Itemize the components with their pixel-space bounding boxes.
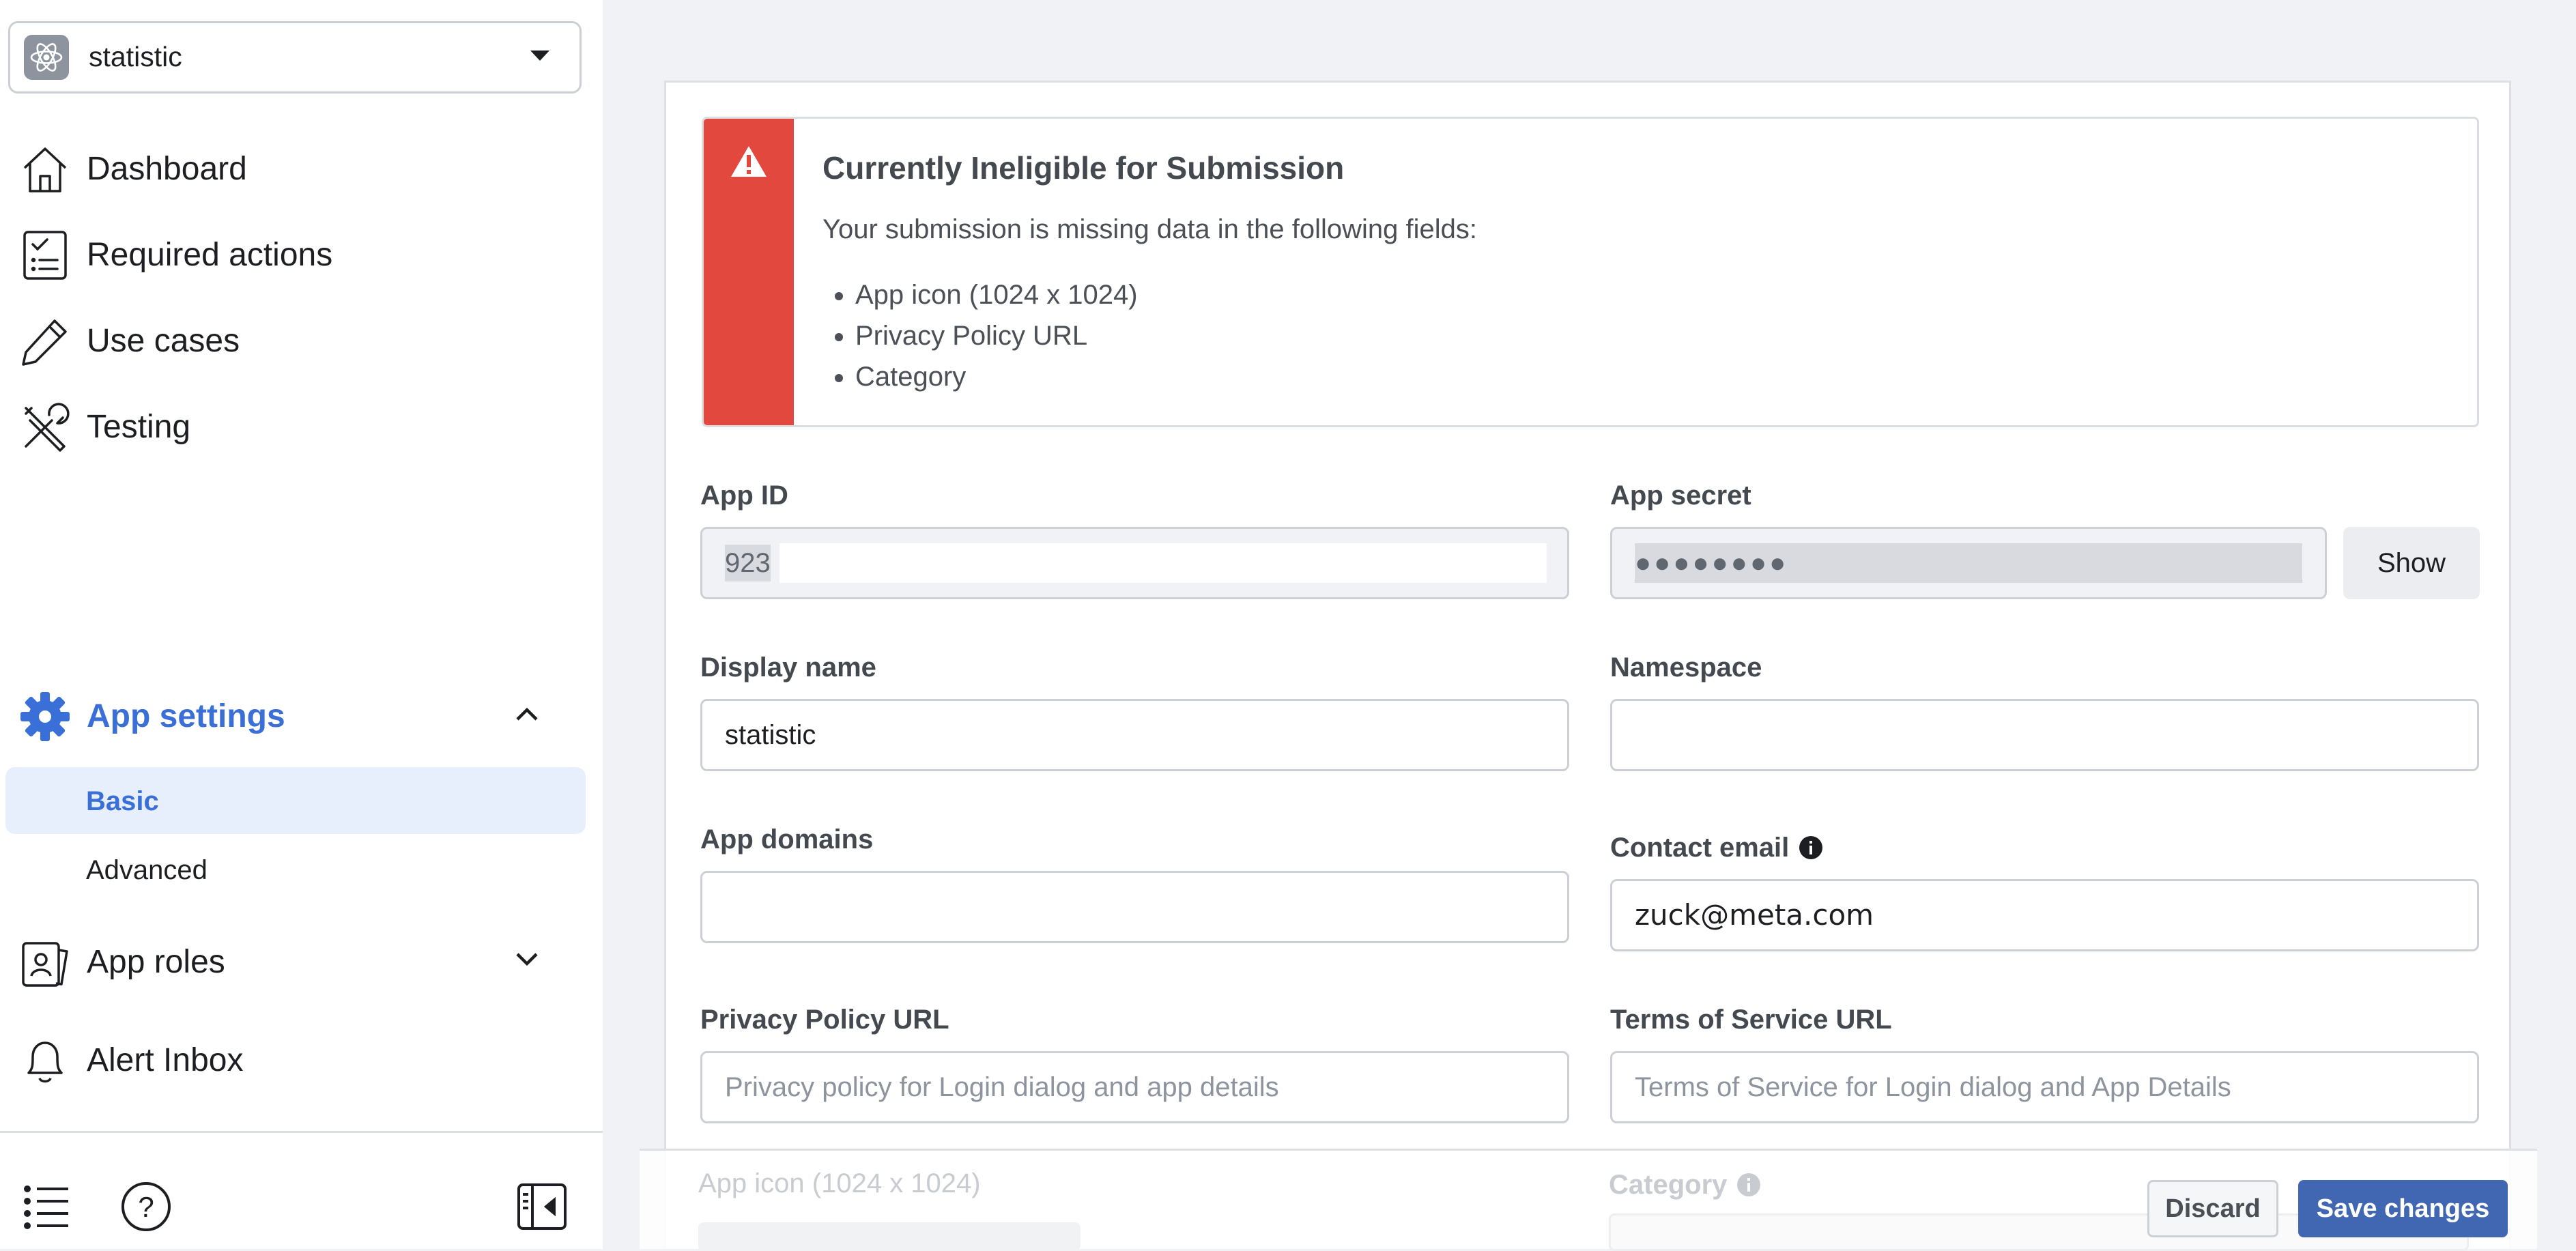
sidebar-item-alert-inbox[interactable]: Alert Inbox [0,1021,603,1096]
sidebar-item-label: Use cases [87,323,240,359]
sidebar-item-label: App roles [87,944,225,980]
save-action-bar: App icon (1024 x 1024) Category Discard … [640,1149,2537,1251]
sidebar-item-label: Testing [87,409,191,445]
sidebar-item-app-roles[interactable]: App roles [0,923,603,998]
privacy-policy-url-placeholder: Privacy policy for Login dialog and app … [725,1072,1279,1102]
terms-of-service-url-label: Terms of Service URL [1610,1005,1892,1035]
save-changes-button[interactable]: Save changes [2298,1180,2508,1237]
namespace-label: Namespace [1610,652,1762,682]
display-name-field[interactable]: statistic [700,699,1569,771]
app-secret-field[interactable]: ●●●●●●●● [1610,527,2327,599]
app-icon-dropzone[interactable] [698,1222,1081,1251]
app-secret-value: ●●●●●●●● [1635,548,1789,578]
submission-alert: Currently Ineligible for Submission Your… [702,117,2479,427]
app-name: statistic [89,41,182,72]
caret-down-icon [529,49,551,66]
warning-icon [730,145,768,179]
list-icon[interactable] [20,1179,75,1234]
help-icon[interactable]: ? [119,1179,173,1234]
privacy-policy-url-label: Privacy Policy URL [700,1005,949,1035]
show-secret-button[interactable]: Show [2343,527,2480,599]
category-label: Category [1609,1170,1728,1200]
missing-fields-list: App icon (1024 x 1024) Privacy Policy UR… [822,274,1138,397]
list-item: App icon (1024 x 1024) [855,274,1138,315]
sidebar-subitem-basic[interactable]: Basic [5,767,586,834]
sidebar-item-label: Alert Inbox [87,1042,244,1078]
sidebar-item-app-settings[interactable]: App settings [0,677,603,752]
sidebar-item-use-cases[interactable]: Use cases [0,302,603,377]
sidebar: statistic Dashboard Required actions Use… [0,0,603,1249]
chevron-up-icon[interactable] [513,703,541,727]
app-id-label: App ID [700,480,788,511]
sidebar-item-dashboard[interactable]: Dashboard [0,130,603,205]
info-icon[interactable] [1799,835,1823,860]
sidebar-item-testing[interactable]: Testing [0,388,603,463]
sidebar-item-label: App settings [87,698,285,734]
checklist-icon [19,229,71,281]
bell-icon [19,1035,71,1087]
category-label-row: Category [1609,1170,1761,1200]
namespace-field[interactable] [1610,699,2479,771]
sidebar-divider [0,1131,603,1133]
app-id-value: 923 [725,545,771,581]
alert-title: Currently Ineligible for Submission [822,150,1345,186]
sidebar-subitem-label: Advanced [86,855,207,885]
sidebar-subitem-advanced[interactable]: Advanced [5,836,586,903]
sidebar-item-required-actions[interactable]: Required actions [0,216,603,291]
basic-settings-card: Currently Ineligible for Submission Your… [664,81,2511,1249]
home-icon [19,143,71,195]
selection-highlight [779,543,1547,583]
app-icon-label: App icon (1024 x 1024) [698,1168,981,1198]
contact-email-label-row: Contact email [1610,833,1823,863]
discard-button[interactable]: Discard [2147,1180,2278,1237]
contact-email-value: zuck@meta.com [1635,898,1874,932]
app-domains-field[interactable] [700,871,1569,943]
sidebar-item-label: Required actions [87,237,333,273]
sidebar-item-label: Dashboard [87,151,247,187]
alert-description: Your submission is missing data in the f… [822,214,1478,244]
id-badge-icon [19,936,71,988]
privacy-policy-url-field[interactable]: Privacy policy for Login dialog and app … [700,1051,1569,1123]
chevron-down-icon[interactable] [513,949,541,973]
display-name-label: Display name [700,652,876,682]
terms-of-service-url-field[interactable]: Terms of Service for Login dialog and Ap… [1610,1051,2479,1123]
list-item: Category [855,356,1138,397]
contact-email-field[interactable]: zuck@meta.com [1610,879,2479,951]
collapse-sidebar-icon[interactable] [515,1179,569,1234]
app-id-field[interactable]: 923 [700,527,1569,599]
app-secret-label: App secret [1610,480,1751,511]
app-domains-label: App domains [700,824,874,854]
list-item: Privacy Policy URL [855,315,1138,356]
atom-icon [24,35,69,80]
terms-of-service-url-placeholder: Terms of Service for Login dialog and Ap… [1635,1072,2231,1102]
svg-text:?: ? [138,1191,154,1223]
display-name-value: statistic [725,720,816,750]
gear-icon [19,691,71,743]
sidebar-subitem-label: Basic [86,786,159,816]
info-icon[interactable] [1736,1173,1761,1197]
app-selector[interactable]: statistic [8,21,582,94]
contact-email-label: Contact email [1610,833,1790,863]
pencil-icon [19,315,71,367]
tools-icon [19,401,71,453]
